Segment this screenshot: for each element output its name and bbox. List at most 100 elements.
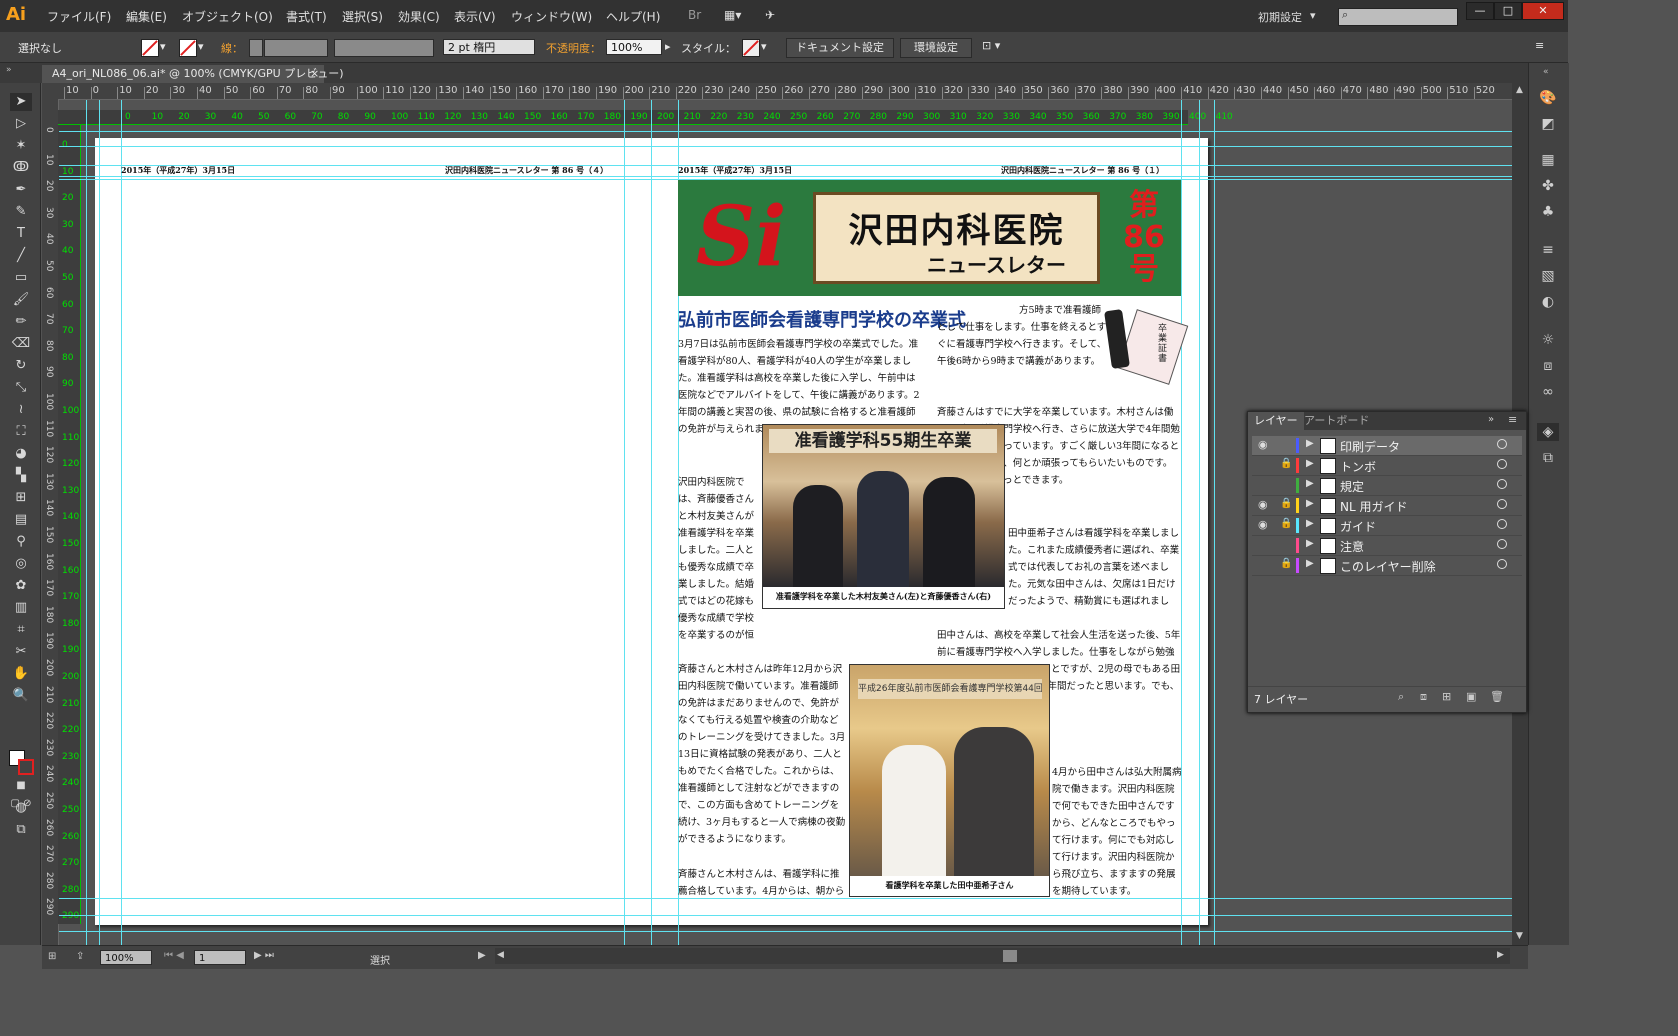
appearance-icon[interactable]: ☼ — [1537, 331, 1559, 349]
links-icon[interactable]: ∞ — [1537, 383, 1559, 401]
stroke-color-swatch[interactable] — [18, 759, 34, 775]
collapse-panel-icon[interactable]: » — [1488, 414, 1494, 425]
pen-tool-icon[interactable]: ✒ — [10, 181, 32, 199]
arrange-documents-icon[interactable]: ▦▾ — [724, 8, 741, 22]
layer-row[interactable]: 🔒 ▶ トンボ — [1252, 456, 1522, 476]
target-circle-icon[interactable] — [1497, 539, 1507, 549]
layer-name[interactable]: トンボ — [1340, 458, 1376, 475]
swatches-icon[interactable]: ▦ — [1537, 151, 1559, 169]
layer-name[interactable]: 印刷データ — [1340, 438, 1400, 455]
chevron-down-icon[interactable]: ▾ — [198, 40, 204, 53]
lock-icon[interactable]: 🔒 — [1280, 518, 1292, 529]
expand-arrow-icon[interactable]: ▶ — [1306, 458, 1314, 469]
visibility-eye-icon[interactable]: ◉ — [1258, 438, 1268, 451]
shape-builder-icon[interactable]: ◕ — [10, 445, 32, 463]
layer-name[interactable]: ガイド — [1340, 518, 1376, 535]
horizontal-scrollbar[interactable]: ◀ ▶ — [495, 948, 1510, 964]
layer-name[interactable]: 注意 — [1340, 538, 1364, 555]
lasso-icon[interactable]: ↂ — [10, 159, 32, 177]
layer-row[interactable]: ◉ ▶ 印刷データ — [1252, 436, 1522, 456]
menu-effect[interactable]: 効果(C) — [398, 8, 440, 25]
status-menu-icon[interactable]: ▶ — [478, 950, 486, 961]
transparency-icon[interactable]: ◐ — [1537, 293, 1559, 311]
share-icon[interactable]: ⇪ — [76, 951, 84, 962]
expand-arrow-icon[interactable]: ▶ — [1306, 518, 1314, 529]
gpu-performance-icon[interactable]: ✈ — [765, 8, 775, 22]
collapse-icon[interactable]: » — [6, 65, 12, 75]
gradient-panel-icon[interactable]: ▧ — [1537, 267, 1559, 285]
scroll-right-icon[interactable]: ▶ — [1497, 950, 1504, 960]
graphic-styles-icon[interactable]: ⧈ — [1537, 357, 1559, 375]
symbol-sprayer-icon[interactable]: ✿ — [10, 577, 32, 595]
maximize-button[interactable]: □ — [1494, 2, 1522, 20]
visibility-eye-icon[interactable]: ◉ — [1258, 498, 1268, 511]
warp-tool-icon[interactable]: ≀ — [10, 401, 32, 419]
target-circle-icon[interactable] — [1497, 459, 1507, 469]
stroke-weight-field[interactable] — [264, 39, 328, 57]
scroll-up-icon[interactable]: ▲ — [1516, 85, 1523, 95]
lock-icon[interactable]: 🔒 — [1280, 458, 1292, 469]
lock-icon[interactable]: 🔒 — [1280, 558, 1292, 569]
panel-menu-icon[interactable]: ≡ — [1508, 413, 1517, 426]
scale-tool-icon[interactable]: ⤡ — [10, 379, 32, 397]
expand-arrow-icon[interactable]: ▶ — [1306, 558, 1314, 569]
next-artboard-icon[interactable]: ▶ ⏭ — [254, 950, 274, 961]
stroke-stepper[interactable] — [249, 39, 263, 57]
layer-name[interactable]: 規定 — [1340, 478, 1364, 495]
draw-mode-icon[interactable]: ◍ — [10, 799, 32, 817]
chevron-down-icon[interactable]: ▾ — [1310, 9, 1316, 22]
menu-select[interactable]: 選択(S) — [342, 8, 383, 25]
visibility-eye-icon[interactable]: ◉ — [1258, 518, 1268, 531]
tab-artboards[interactable]: アートボード — [1298, 412, 1375, 430]
scroll-thumb[interactable] — [1003, 950, 1017, 962]
direct-selection-tool-icon[interactable]: ▷ — [10, 115, 32, 133]
layer-row[interactable]: 🔒 ▶ このレイヤー削除 — [1252, 556, 1522, 576]
layer-name[interactable]: NL 用ガイド — [1340, 498, 1407, 515]
color-mode-icons[interactable]: ■ ▢ ⊘ — [10, 777, 32, 809]
document-setup-button[interactable]: ドキュメント設定 — [786, 38, 894, 58]
zoom-field[interactable]: 100% — [100, 950, 152, 965]
zoom-tool-icon[interactable]: 🔍 — [10, 687, 32, 705]
rectangle-tool-icon[interactable]: ▭ — [10, 269, 32, 287]
type-tool-icon[interactable]: T — [10, 225, 32, 243]
column-graph-icon[interactable]: ▥ — [10, 599, 32, 617]
target-circle-icon[interactable] — [1497, 559, 1507, 569]
menu-file[interactable]: ファイル(F) — [47, 8, 111, 25]
artboards-icon[interactable]: ⧉ — [1537, 449, 1559, 467]
expand-arrow-icon[interactable]: ▶ — [1306, 538, 1314, 549]
layer-name[interactable]: このレイヤー削除 — [1340, 558, 1436, 575]
layer-row[interactable]: ▶ 注意 — [1252, 536, 1522, 556]
first-artboard-icon[interactable]: ⏮ ◀ — [164, 950, 184, 961]
blend-tool-icon[interactable]: ◎ — [10, 555, 32, 573]
variable-width-dropdown[interactable] — [334, 39, 434, 57]
paintbrush-icon[interactable]: 🖌 — [10, 291, 32, 309]
workspace-switcher[interactable]: 初期設定 — [1258, 9, 1302, 25]
layer-row[interactable]: ◉ 🔒 ▶ NL 用ガイド — [1252, 496, 1522, 516]
target-circle-icon[interactable] — [1497, 439, 1507, 449]
symbols-icon[interactable]: ♣ — [1537, 203, 1559, 221]
artboard-tool-icon[interactable]: ⌗ — [10, 621, 32, 639]
perspective-grid-icon[interactable]: ▚ — [10, 467, 32, 485]
menu-window[interactable]: ウィンドウ(W) — [511, 8, 592, 25]
new-sublayer-icon[interactable]: ⊞ — [1442, 690, 1451, 703]
vertical-ruler[interactable]: 0 10 20 30 40 50 60 70 80 90 100 110 120 130 140 150 160… — [42, 99, 59, 945]
color-guide-icon[interactable]: 🎨 — [1537, 89, 1559, 107]
pencil-icon[interactable]: ✏ — [10, 313, 32, 331]
menu-object[interactable]: オブジェクト(O) — [182, 8, 273, 25]
preferences-button[interactable]: 環境設定 — [900, 38, 972, 58]
clipping-mask-icon[interactable]: ⧈ — [1420, 690, 1427, 704]
expand-arrow-icon[interactable]: ▶ — [1306, 478, 1314, 489]
bridge-icon[interactable]: Br — [688, 8, 701, 22]
ruler-origin[interactable] — [42, 83, 58, 99]
color-panel-icon[interactable]: ◩ — [1537, 115, 1559, 133]
close-tab-icon[interactable]: × — [310, 65, 319, 83]
stroke-panel-icon[interactable]: ≡ — [1537, 241, 1559, 259]
menu-view[interactable]: 表示(V) — [454, 8, 496, 25]
hand-tool-icon[interactable]: ✋ — [10, 665, 32, 683]
chevron-down-icon[interactable]: ▾ — [160, 40, 166, 53]
arrange-icon[interactable]: ⊡ ▾ — [982, 39, 1000, 52]
locate-object-icon[interactable]: ⌕ — [1398, 690, 1404, 704]
artboard-number-field[interactable]: 1 — [194, 950, 246, 965]
expand-panels-icon[interactable]: « — [1543, 67, 1549, 77]
menu-help[interactable]: ヘルプ(H) — [606, 8, 660, 25]
